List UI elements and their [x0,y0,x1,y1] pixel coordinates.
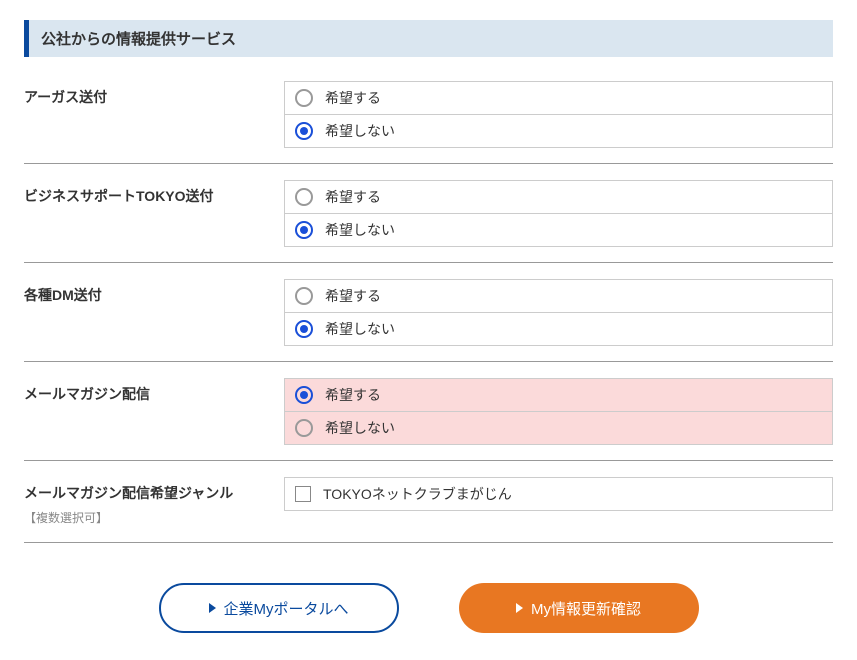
field-options-genre: TOKYOネットクラブまがじん [284,477,833,526]
radio-icon[interactable] [295,419,313,437]
field-label-argus: アーガス送付 [24,81,284,147]
field-options-bizsupport: 希望する 希望しない [284,180,833,246]
button-label: 企業Myポータルへ [224,598,349,619]
checkbox-icon[interactable] [295,486,311,502]
option-bizsupport-no[interactable]: 希望しない [284,213,833,247]
confirm-button[interactable]: My情報更新確認 [459,583,699,633]
field-options-mailmag: 希望する 希望しない [284,378,833,444]
option-mailmag-no[interactable]: 希望しない [284,411,833,445]
option-label: 希望しない [325,220,395,240]
option-label: 希望する [325,88,381,108]
field-sublabel-genre: 【複数選択可】 [24,509,284,526]
field-label-text: メールマガジン配信希望ジャンル [24,485,233,501]
field-row-mailmag: メールマガジン配信 希望する 希望しない [24,378,833,461]
field-label-mailmag: メールマガジン配信 [24,378,284,444]
radio-icon[interactable] [295,386,313,404]
section-header: 公社からの情報提供サービス [24,20,833,57]
field-options-dm: 希望する 希望しない [284,279,833,345]
field-label-dm: 各種DM送付 [24,279,284,345]
radio-icon[interactable] [295,320,313,338]
triangle-icon [516,603,523,613]
radio-icon[interactable] [295,122,313,140]
option-dm-yes[interactable]: 希望する [284,279,833,313]
button-row: 企業Myポータルへ My情報更新確認 [24,583,833,633]
field-label-bizsupport: ビジネスサポートTOKYO送付 [24,180,284,246]
option-bizsupport-yes[interactable]: 希望する [284,180,833,214]
field-row-dm: 各種DM送付 希望する 希望しない [24,279,833,362]
portal-button[interactable]: 企業Myポータルへ [159,583,399,633]
field-row-argus: アーガス送付 希望する 希望しない [24,81,833,164]
radio-icon[interactable] [295,188,313,206]
radio-icon[interactable] [295,287,313,305]
radio-icon[interactable] [295,221,313,239]
option-label: 希望する [325,385,381,405]
field-row-bizsupport: ビジネスサポートTOKYO送付 希望する 希望しない [24,180,833,263]
triangle-icon [209,603,216,613]
field-row-genre: メールマガジン配信希望ジャンル 【複数選択可】 TOKYOネットクラブまがじん [24,477,833,543]
button-label: My情報更新確認 [531,598,641,619]
field-options-argus: 希望する 希望しない [284,81,833,147]
option-argus-no[interactable]: 希望しない [284,114,833,148]
field-label-genre: メールマガジン配信希望ジャンル 【複数選択可】 [24,477,284,526]
option-genre-tokyo[interactable]: TOKYOネットクラブまがじん [284,477,833,511]
section-title: 公社からの情報提供サービス [41,31,236,48]
option-label: 希望しない [325,319,395,339]
option-label: TOKYOネットクラブまがじん [323,484,512,504]
option-label: 希望する [325,187,381,207]
option-label: 希望しない [325,418,395,438]
radio-icon[interactable] [295,89,313,107]
option-mailmag-yes[interactable]: 希望する [284,378,833,412]
option-argus-yes[interactable]: 希望する [284,81,833,115]
option-label: 希望する [325,286,381,306]
option-label: 希望しない [325,121,395,141]
option-dm-no[interactable]: 希望しない [284,312,833,346]
